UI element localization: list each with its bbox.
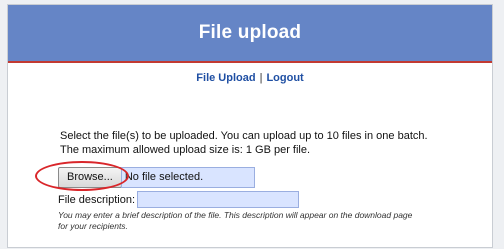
description-hint: You may enter a brief description of the…	[58, 210, 478, 232]
file-status-text: No file selected.	[124, 171, 204, 183]
file-upload-link[interactable]: File Upload	[196, 72, 255, 84]
hint-line-1: You may enter a brief description of the…	[58, 210, 413, 220]
nav-bar: File Upload | Logout	[8, 72, 492, 84]
instructions-line-2: The maximum allowed upload size is: 1 GB…	[60, 144, 311, 156]
hint-line-2: for your recipients.	[58, 221, 128, 231]
browse-button[interactable]: Browse...	[58, 166, 122, 188]
page-header: File upload	[8, 5, 492, 63]
nav-separator: |	[259, 72, 263, 84]
description-input[interactable]	[137, 191, 300, 208]
logout-link[interactable]: Logout	[266, 72, 303, 84]
description-row: File description:	[58, 191, 300, 208]
page-title: File upload	[198, 22, 302, 43]
file-input-row: Browse... No file selected.	[58, 166, 255, 188]
file-status-field[interactable]: No file selected.	[120, 166, 255, 188]
description-label: File description:	[58, 193, 136, 206]
upload-instructions: Select the file(s) to be uploaded. You c…	[60, 129, 480, 157]
instructions-line-1: Select the file(s) to be uploaded. You c…	[60, 130, 428, 142]
